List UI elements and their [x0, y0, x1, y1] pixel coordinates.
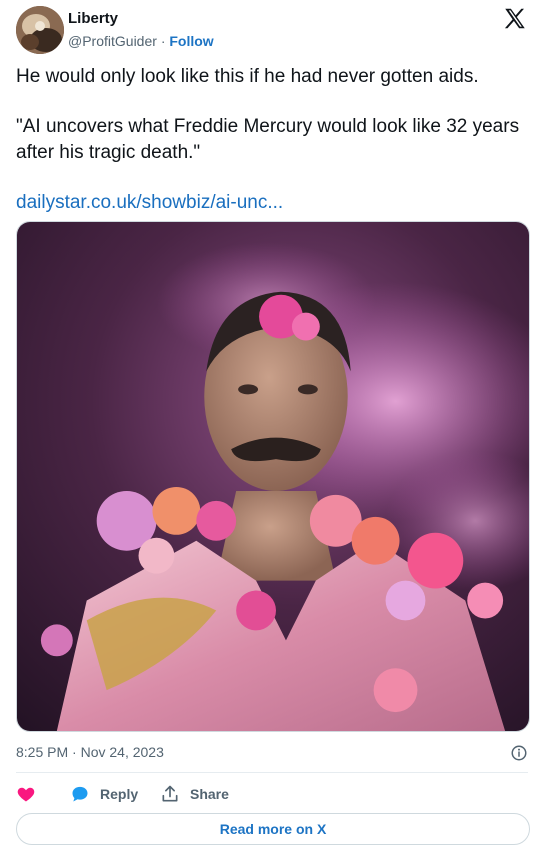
- info-icon[interactable]: [510, 744, 528, 762]
- avatar[interactable]: [16, 6, 64, 54]
- share-button[interactable]: Share: [160, 782, 229, 806]
- like-button[interactable]: [16, 782, 36, 806]
- divider: [16, 772, 528, 773]
- ai-portrait-illustration: [17, 222, 529, 731]
- tweet-quote: "AI uncovers what Freddie Mercury would …: [16, 116, 520, 163]
- article-link[interactable]: dailystar.co.uk/showbiz/ai-unc...: [16, 192, 283, 213]
- x-logo-icon[interactable]: [502, 6, 528, 32]
- avatar-image: [16, 6, 64, 54]
- share-label: Share: [190, 786, 229, 802]
- tweet-image[interactable]: [16, 221, 530, 732]
- handle-row: @ProfitGuider · Follow: [68, 31, 214, 51]
- tweet-text: He would only look like this if he had n…: [16, 64, 521, 216]
- tweet-meta: 8:25 PM · Nov 24, 2023: [16, 744, 528, 764]
- display-name[interactable]: Liberty: [68, 10, 214, 28]
- reply-label: Reply: [100, 786, 139, 802]
- follow-button[interactable]: Follow: [169, 33, 213, 49]
- read-more-button[interactable]: Read more on X: [16, 813, 530, 845]
- separator: ·: [160, 33, 166, 49]
- share-icon: [162, 785, 178, 802]
- tweet-line-1: He would only look like this if he had n…: [16, 66, 479, 87]
- timestamp[interactable]: 8:25 PM · Nov 24, 2023: [16, 744, 164, 760]
- speech-bubble-icon: [72, 786, 88, 802]
- heart-icon: [17, 787, 35, 802]
- reply-button[interactable]: Reply: [70, 782, 138, 806]
- tweet-header: Liberty @ProfitGuider · Follow: [16, 6, 528, 54]
- user-info: Liberty @ProfitGuider · Follow: [68, 10, 214, 51]
- handle[interactable]: @ProfitGuider: [68, 33, 157, 49]
